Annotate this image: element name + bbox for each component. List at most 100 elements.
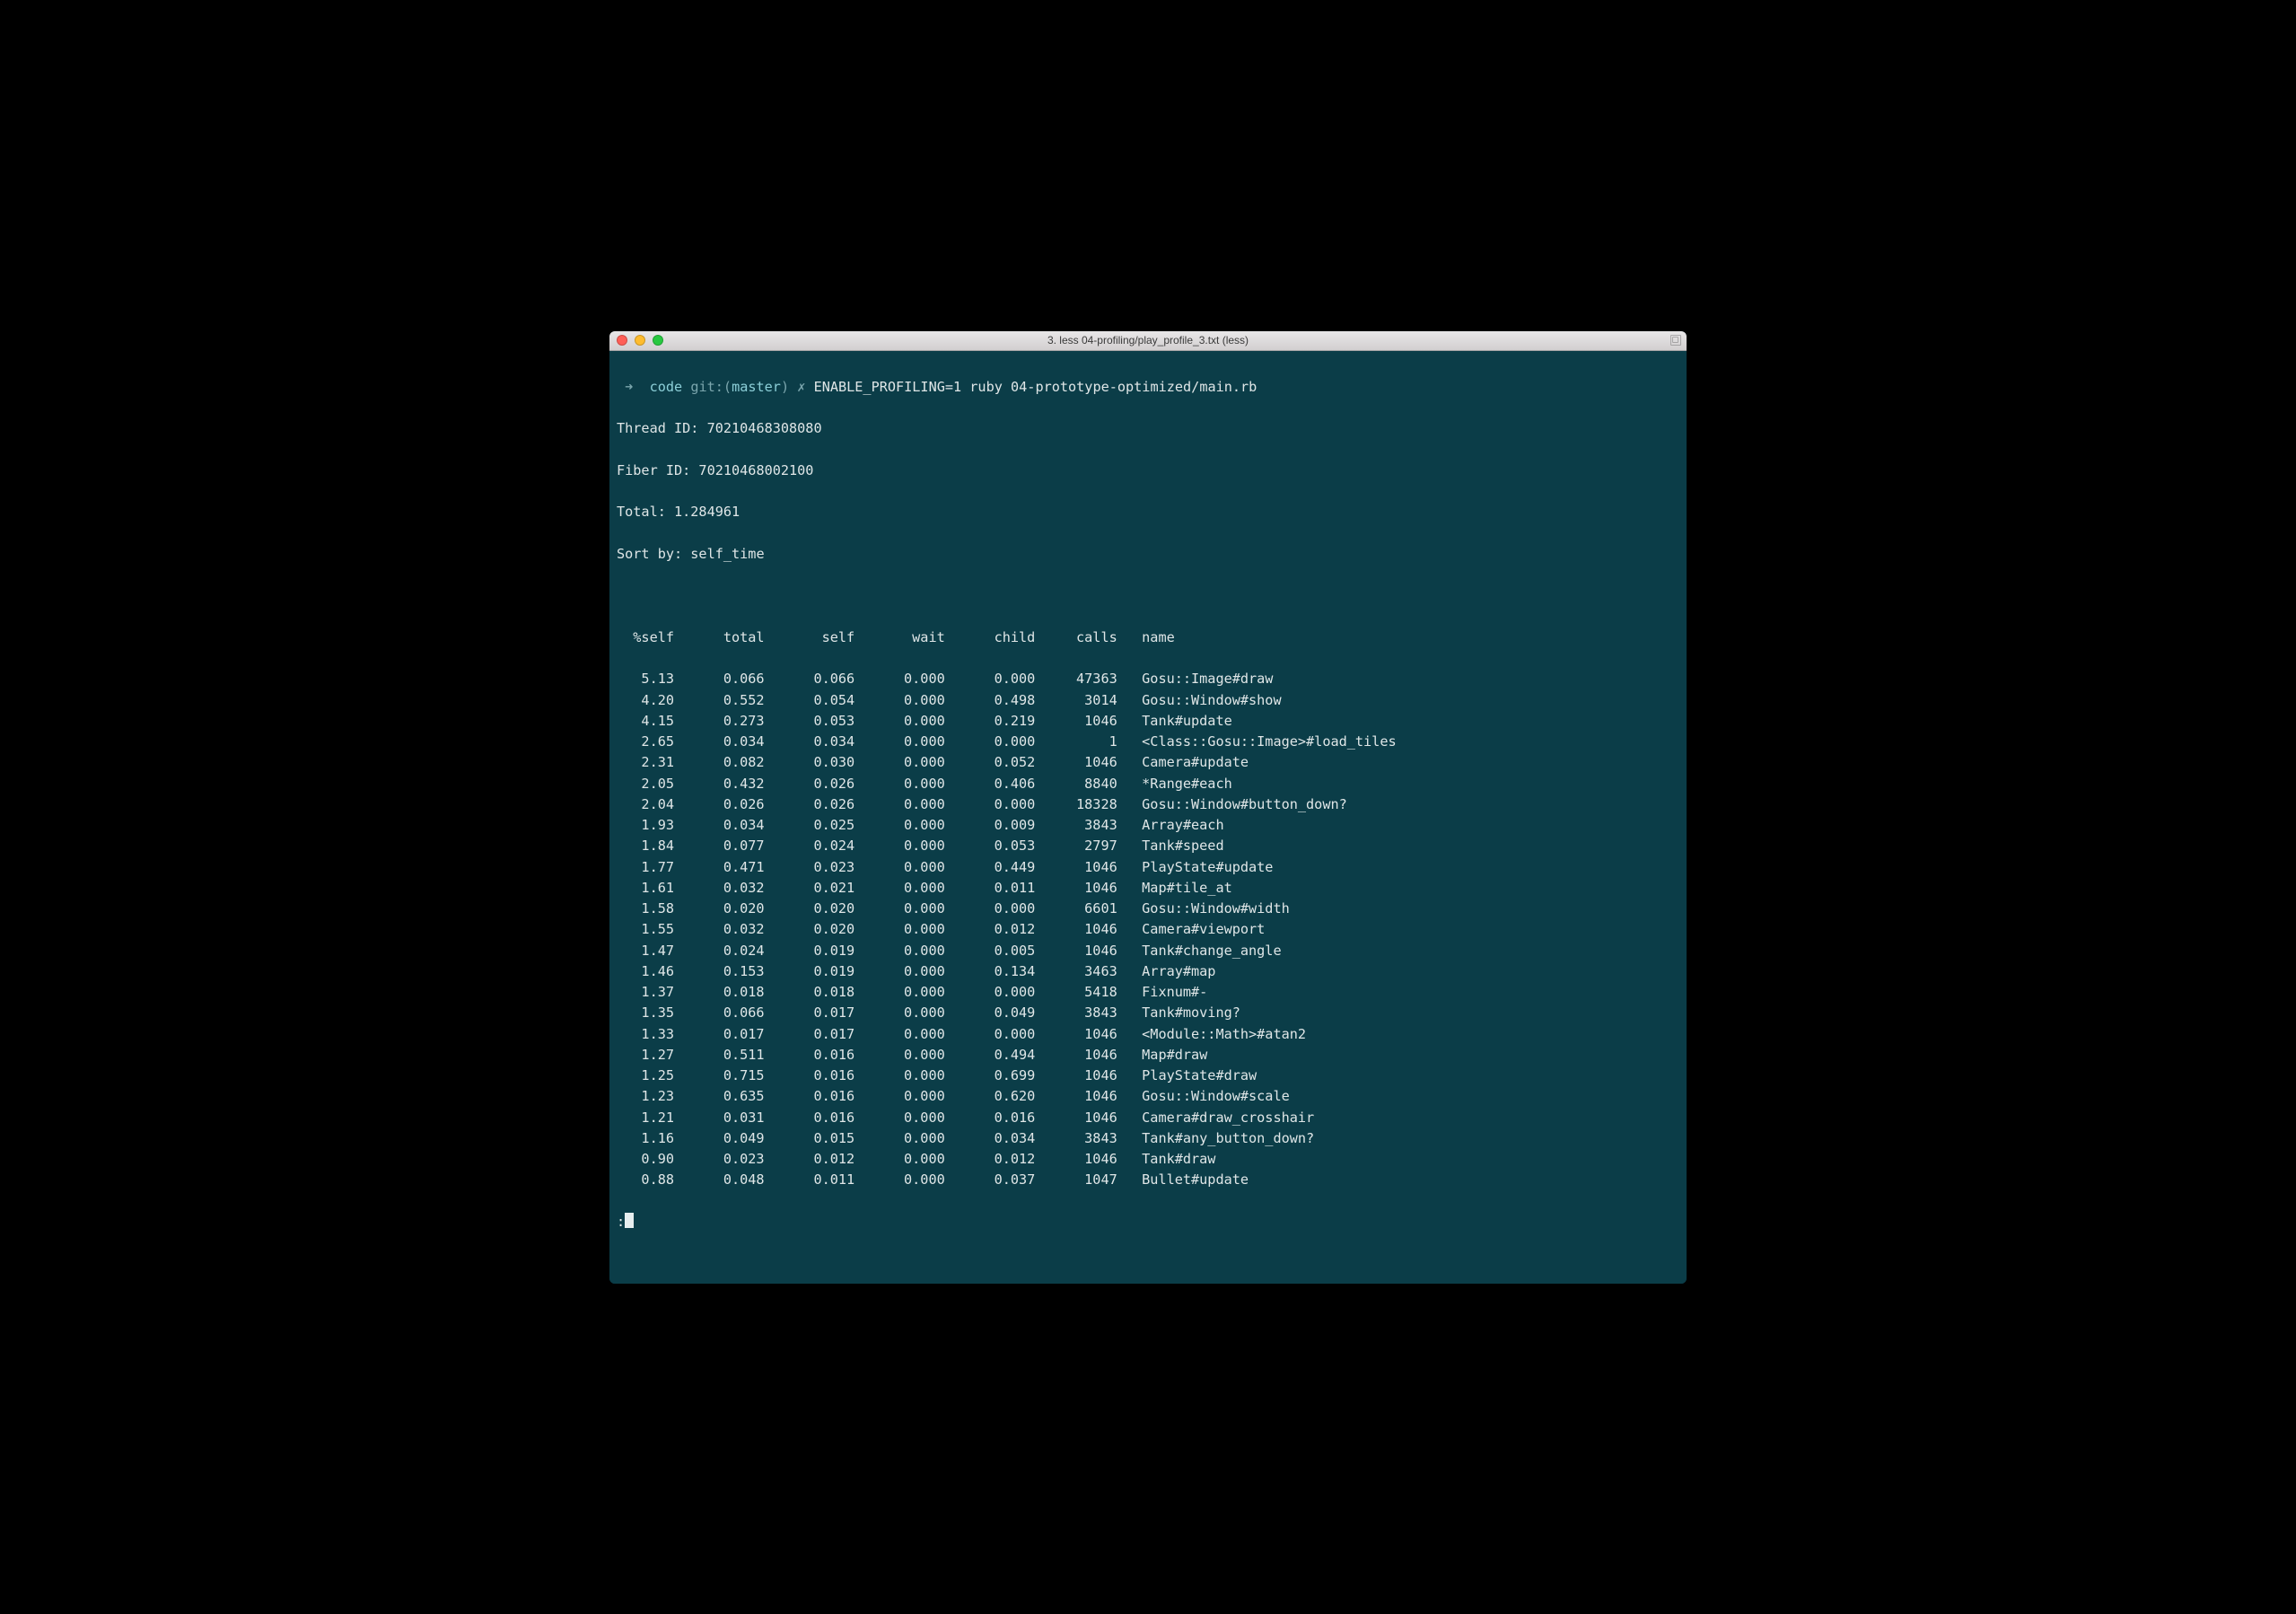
- cell-child: 0.699: [945, 1066, 1036, 1086]
- cell-child: 0.000: [945, 794, 1036, 815]
- cell-total: 0.024: [674, 941, 765, 961]
- cell-pct: 1.25: [617, 1066, 674, 1086]
- cell-calls: 1046: [1035, 1086, 1117, 1107]
- cell-pct: 1.47: [617, 941, 674, 961]
- cell-pct: 1.16: [617, 1128, 674, 1149]
- cell-self: 0.018: [765, 982, 855, 1003]
- prompt-dir: code: [650, 379, 683, 395]
- cell-pct: 0.88: [617, 1170, 674, 1190]
- table-row: 1.460.1530.0190.0000.1343463Array#map: [617, 961, 1679, 982]
- total-line: Total: 1.284961: [617, 502, 1679, 522]
- table-row: 1.210.0310.0160.0000.0161046Camera#draw_…: [617, 1108, 1679, 1128]
- thread-id-line: Thread ID: 70210468308080: [617, 418, 1679, 439]
- cell-name: Map#draw: [1142, 1045, 1679, 1066]
- table-row: 1.270.5110.0160.0000.4941046Map#draw: [617, 1045, 1679, 1066]
- cell-child: 0.052: [945, 752, 1036, 773]
- prompt-line: ➜ code git:(master) ✗ ENABLE_PROFILING=1…: [617, 377, 1679, 398]
- cell-name: Gosu::Image#draw: [1142, 669, 1679, 689]
- terminal-body[interactable]: ➜ code git:(master) ✗ ENABLE_PROFILING=1…: [609, 351, 1687, 1284]
- cell-wait: 0.000: [854, 752, 945, 773]
- cell-total: 0.048: [674, 1170, 765, 1190]
- cell-name: PlayState#update: [1142, 857, 1679, 878]
- minimize-icon[interactable]: [635, 335, 645, 346]
- cell-name: Gosu::Window#button_down?: [1142, 794, 1679, 815]
- cell-self: 0.016: [765, 1045, 855, 1066]
- cell-name: Tank#any_button_down?: [1142, 1128, 1679, 1149]
- cell-calls: 5418: [1035, 982, 1117, 1003]
- cell-name: Map#tile_at: [1142, 878, 1679, 899]
- cell-self: 0.066: [765, 669, 855, 689]
- cell-pct: 5.13: [617, 669, 674, 689]
- cell-pct: 2.04: [617, 794, 674, 815]
- cell-child: 0.000: [945, 982, 1036, 1003]
- cell-child: 0.034: [945, 1128, 1036, 1149]
- cell-name: Camera#viewport: [1142, 919, 1679, 940]
- cell-wait: 0.000: [854, 919, 945, 940]
- pager-prompt-line[interactable]: :: [617, 1212, 1679, 1232]
- cell-total: 0.471: [674, 857, 765, 878]
- cell-self: 0.020: [765, 899, 855, 919]
- cell-total: 0.273: [674, 711, 765, 732]
- cell-child: 0.219: [945, 711, 1036, 732]
- table-row: 2.040.0260.0260.0000.00018328Gosu::Windo…: [617, 794, 1679, 815]
- col-wait: wait: [854, 627, 945, 648]
- table-row: 1.930.0340.0250.0000.0093843Array#each: [617, 815, 1679, 836]
- cell-self: 0.016: [765, 1108, 855, 1128]
- cell-self: 0.021: [765, 878, 855, 899]
- col-calls: calls: [1035, 627, 1117, 648]
- table-row: 1.370.0180.0180.0000.0005418Fixnum#-: [617, 982, 1679, 1003]
- cell-wait: 0.000: [854, 1128, 945, 1149]
- command-text: ENABLE_PROFILING=1 ruby 04-prototype-opt…: [814, 379, 1258, 395]
- cell-name: Gosu::Window#width: [1142, 899, 1679, 919]
- cell-calls: 2797: [1035, 836, 1117, 856]
- col-child: child: [945, 627, 1036, 648]
- cell-pct: 1.77: [617, 857, 674, 878]
- table-row: 0.900.0230.0120.0000.0121046Tank#draw: [617, 1149, 1679, 1170]
- cell-child: 0.053: [945, 836, 1036, 856]
- cell-child: 0.498: [945, 690, 1036, 711]
- cell-calls: 3463: [1035, 961, 1117, 982]
- cell-self: 0.016: [765, 1066, 855, 1086]
- cell-self: 0.017: [765, 1003, 855, 1023]
- cell-total: 0.020: [674, 899, 765, 919]
- cell-child: 0.037: [945, 1170, 1036, 1190]
- cell-name: Tank#speed: [1142, 836, 1679, 856]
- cell-pct: 2.31: [617, 752, 674, 773]
- cell-calls: 3014: [1035, 690, 1117, 711]
- cell-self: 0.023: [765, 857, 855, 878]
- cell-pct: 2.65: [617, 732, 674, 752]
- cell-name: Gosu::Window#scale: [1142, 1086, 1679, 1107]
- cell-calls: 1046: [1035, 1149, 1117, 1170]
- cell-calls: 1046: [1035, 878, 1117, 899]
- cell-self: 0.034: [765, 732, 855, 752]
- cell-pct: 4.15: [617, 711, 674, 732]
- cell-wait: 0.000: [854, 1170, 945, 1190]
- col-pct: %self: [617, 627, 674, 648]
- table-row: 1.250.7150.0160.0000.6991046PlayState#dr…: [617, 1066, 1679, 1086]
- cell-pct: 1.93: [617, 815, 674, 836]
- close-icon[interactable]: [617, 335, 627, 346]
- fullscreen-icon[interactable]: [1670, 335, 1681, 346]
- cell-wait: 0.000: [854, 836, 945, 856]
- cell-total: 0.032: [674, 878, 765, 899]
- cell-child: 0.000: [945, 1024, 1036, 1045]
- cell-self: 0.024: [765, 836, 855, 856]
- cell-name: Tank#draw: [1142, 1149, 1679, 1170]
- cell-name: <Class::Gosu::Image>#load_tiles: [1142, 732, 1679, 752]
- table-row: 1.160.0490.0150.0000.0343843Tank#any_but…: [617, 1128, 1679, 1149]
- cell-pct: 1.46: [617, 961, 674, 982]
- cell-total: 0.432: [674, 774, 765, 794]
- cell-child: 0.000: [945, 732, 1036, 752]
- cell-calls: 8840: [1035, 774, 1117, 794]
- cell-self: 0.011: [765, 1170, 855, 1190]
- terminal-window: 3. less 04-profiling/play_profile_3.txt …: [609, 331, 1687, 1284]
- cell-self: 0.053: [765, 711, 855, 732]
- cell-pct: 1.33: [617, 1024, 674, 1045]
- cell-name: Fixnum#-: [1142, 982, 1679, 1003]
- cell-name: Tank#update: [1142, 711, 1679, 732]
- cell-calls: 1046: [1035, 1024, 1117, 1045]
- table-row: 1.550.0320.0200.0000.0121046Camera#viewp…: [617, 919, 1679, 940]
- cell-total: 0.049: [674, 1128, 765, 1149]
- git-dirty: ✗: [797, 379, 805, 395]
- zoom-icon[interactable]: [653, 335, 663, 346]
